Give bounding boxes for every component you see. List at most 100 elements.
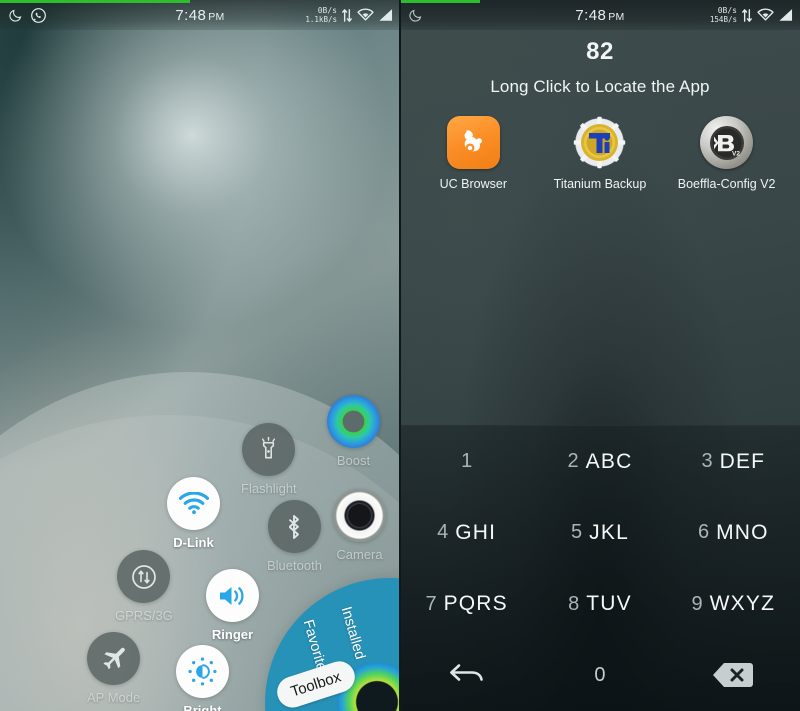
titanium-backup-icon: [573, 116, 626, 169]
notification-progress-bar: [400, 0, 480, 3]
pie-tile-label: D-Link: [173, 535, 214, 550]
speaker-icon: [206, 569, 259, 622]
key-letters: GHI: [455, 520, 497, 544]
app-icon-wrapper: V2: [700, 116, 754, 169]
flashlight-icon: [242, 423, 296, 476]
backspace-icon: [711, 661, 755, 689]
bluetooth-icon: [267, 500, 321, 553]
key-digit: 0: [594, 663, 606, 686]
panel-divider: [399, 0, 401, 711]
pie-tile-wifi[interactable]: D-Link: [167, 477, 220, 550]
app-item-uc-browser[interactable]: UC Browser: [413, 116, 533, 191]
app-item-titanium-backup[interactable]: Titanium Backup: [540, 116, 660, 191]
pie-tile-camera[interactable]: Camera: [333, 489, 386, 562]
wifi-icon: [757, 8, 774, 22]
pie-tile-label: Bluetooth: [267, 558, 322, 573]
signal-icon: [778, 8, 793, 22]
key-digit: 2: [567, 450, 579, 473]
net-upload-speed: 0B/s: [717, 6, 737, 15]
app-results-row: UC Browser Titanium Backup V2 Boeffla-Co…: [400, 116, 800, 191]
status-bar: 7:48 PM 0B/s 1.1kB/s: [0, 0, 400, 30]
back-arrow-icon: [449, 663, 485, 687]
pie-tile-ap-mode[interactable]: AP Mode: [87, 632, 140, 705]
clock-ampm: PM: [208, 10, 225, 23]
key-digit: 3: [701, 450, 713, 473]
app-icon-wrapper: [446, 116, 500, 169]
uc-browser-icon: [446, 116, 500, 169]
airplane-icon: [87, 632, 141, 685]
svg-text:V2: V2: [732, 150, 740, 157]
key-digit: 4: [437, 521, 449, 544]
pie-tile-label: Camera: [336, 547, 383, 562]
right-phone-screen: 7:48 PM 0B/s 154B/s 82 Long Click to Loca: [400, 0, 800, 711]
app-label: Titanium Backup: [553, 177, 647, 191]
wifi-icon: [357, 8, 374, 22]
pie-tile-bluetooth[interactable]: Bluetooth: [267, 500, 322, 573]
data-transfer-icon: [741, 8, 753, 23]
dialpad-key-7[interactable]: 7 PQRS: [400, 569, 533, 640]
boeffla-config-icon: V2: [700, 116, 754, 169]
key-digit: 6: [697, 521, 710, 544]
left-phone-screen: 7:48 PM 0B/s 1.1kB/s Installed Favorite …: [0, 0, 400, 711]
wifi-icon: [167, 477, 220, 530]
key-letters: TUV: [586, 592, 632, 616]
key-letters: ABC: [585, 449, 633, 473]
key-letters: JKL: [589, 520, 629, 544]
dialpad-key-back[interactable]: [400, 640, 533, 711]
signal-icon: [378, 8, 393, 22]
pie-tile-label: GPRS/3G: [115, 608, 173, 623]
pie-tile-label: Bright: [183, 703, 222, 711]
key-letters: DEF: [719, 449, 766, 473]
clock-time: 7:48: [575, 6, 607, 24]
pie-tile-label: Boost: [336, 453, 371, 468]
status-bar-right-icons: 0B/s 154B/s: [710, 6, 793, 24]
key-letters: PQRS: [443, 592, 508, 616]
pie-tile-label: Ringer: [211, 627, 254, 642]
key-digit: 5: [571, 521, 583, 544]
key-digit: 1: [461, 450, 473, 473]
pie-tile-ringer[interactable]: Ringer: [206, 569, 259, 642]
data-transfer-icon: [341, 8, 353, 23]
screenshot-stage: 7:48 PM 0B/s 1.1kB/s Installed Favorite …: [0, 0, 800, 711]
app-label: Boeffla-Config V2: [677, 177, 776, 191]
dialpad-key-3[interactable]: 3 DEF: [667, 426, 800, 497]
app-label: UC Browser: [439, 177, 508, 191]
camera-icon: [333, 489, 386, 542]
dialpad-key-4[interactable]: 4 GHI: [400, 497, 533, 568]
dialpad-key-9[interactable]: 9 WXYZ: [667, 569, 800, 640]
app-icon-wrapper: [573, 116, 626, 169]
network-speed-indicator: 0B/s 154B/s: [710, 6, 737, 24]
app-item-boeffla-config[interactable]: V2 Boeffla-Config V2: [667, 116, 787, 191]
clock-time: 7:48: [175, 6, 207, 24]
key-digit: 9: [691, 592, 703, 615]
dialpad-key-5[interactable]: 5 JKL: [533, 497, 666, 568]
key-digit: 7: [425, 592, 437, 615]
boost-ring-icon: [327, 395, 380, 448]
dialpad-key-0[interactable]: 0: [533, 640, 666, 711]
dialpad-key-8[interactable]: 8 TUV: [533, 569, 666, 640]
net-upload-speed: 0B/s: [317, 6, 337, 15]
dialpad-key-1[interactable]: 1: [400, 426, 533, 497]
pie-tile-label: AP Mode: [87, 690, 141, 705]
key-letters: WXYZ: [709, 592, 776, 616]
dialpad-key-2[interactable]: 2 ABC: [533, 426, 666, 497]
pie-tile-flashlight[interactable]: Flashlight: [241, 423, 297, 496]
key-digit: 8: [568, 592, 580, 615]
pie-tile-brightness[interactable]: Bright: [176, 645, 229, 711]
net-download-speed: 154B/s: [709, 15, 737, 24]
hint-label: Long Click to Locate the App: [490, 77, 710, 96]
key-letters: MNO: [716, 520, 769, 544]
dialpad: 1 2 ABC 3 DEF 4 GHI 5 JKL 6 MNO 7 PQRS 8…: [400, 425, 800, 711]
status-bar-right-icons: 0B/s 1.1kB/s: [305, 6, 393, 24]
notification-progress-bar: [0, 0, 190, 3]
network-speed-indicator: 0B/s 1.1kB/s: [305, 6, 337, 24]
pie-tile-mobile-data[interactable]: GPRS/3G: [115, 550, 173, 623]
pie-tile-boost[interactable]: Boost: [327, 395, 380, 468]
dialpad-key-6[interactable]: 6 MNO: [667, 497, 800, 568]
dialpad-key-backspace[interactable]: [667, 640, 800, 711]
sync-arrows-icon: [117, 550, 171, 603]
clock-ampm: PM: [608, 10, 625, 23]
brightness-icon: [176, 645, 229, 698]
status-bar: 7:48 PM 0B/s 154B/s: [400, 0, 800, 30]
net-download-speed: 1.1kB/s: [305, 15, 337, 24]
